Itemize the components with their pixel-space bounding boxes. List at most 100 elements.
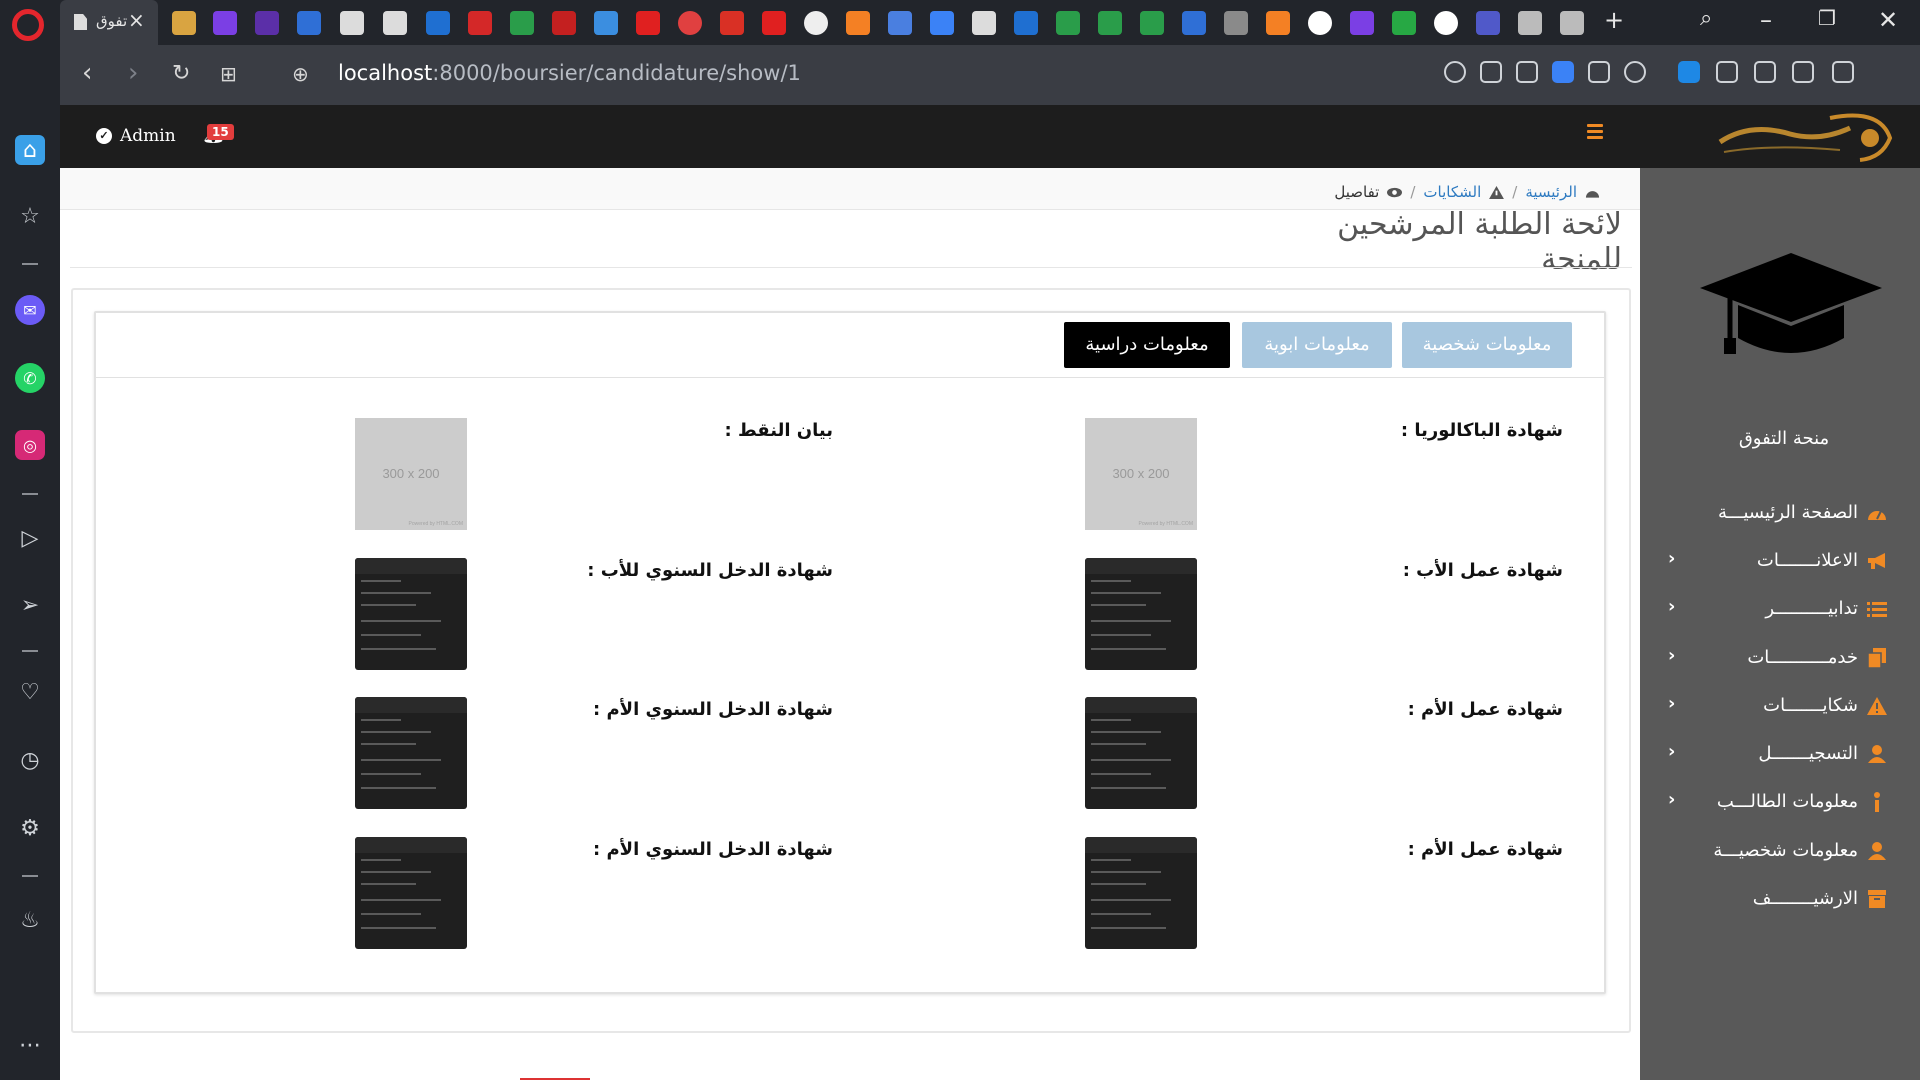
url-text[interactable]: localhost:8000/boursier/candidature/show… [338,61,801,85]
opera-logo-icon[interactable] [12,9,44,41]
tab-favicon-icon[interactable] [172,11,196,35]
back-icon[interactable]: ‹ [82,58,92,88]
tab-favicon-icon[interactable] [1434,11,1458,35]
sidebar-item-services[interactable]: خدمـــــــــــات ‹ [1640,640,1920,680]
breadcrumb-complaints[interactable]: الشكايات [1423,183,1481,201]
tab-favicon-icon[interactable] [1140,11,1164,35]
sidebar-item-student-info[interactable]: معلومات الطالـــب ‹ [1640,784,1920,824]
tab-favicon-icon[interactable] [846,11,870,35]
maximize-icon[interactable]: ❐ [1818,6,1836,30]
reload-icon[interactable]: ↻ [172,61,190,86]
document-placeholder-image[interactable]: 300 x 200 Powered by HTML.COM [1085,418,1197,530]
tab-favicon-icon[interactable] [340,11,364,35]
player-icon[interactable]: ▷ [15,523,45,553]
notification-badge[interactable]: 15 [207,124,234,140]
tab-favicon-icon[interactable] [762,11,786,35]
star-icon[interactable]: ☆ [15,201,45,231]
gear-icon[interactable]: ⚙ [15,813,45,843]
document-thumbnail[interactable] [1085,558,1197,670]
search-tabs-icon[interactable]: ⌕ [1700,6,1712,31]
document-thumbnail[interactable] [355,558,467,670]
divider [70,267,1632,268]
tab-favicon-icon[interactable] [1014,11,1038,35]
settings-sliders-icon[interactable] [1832,61,1854,83]
tab-favicon-icon[interactable] [468,11,492,35]
tab-parents-info[interactable]: معلومات ابوية [1242,322,1392,368]
tab-favicon-icon[interactable] [1308,11,1332,35]
tab-favicon-icon[interactable] [510,11,534,35]
sidebar-item-archive[interactable]: الارشيــــــــف [1640,881,1920,921]
more-icon[interactable]: ⋯ [15,1030,45,1060]
instagram-icon[interactable]: ◎ [15,430,45,460]
sidebar-item-registration[interactable]: التسجيـــــــل ‹ [1640,736,1920,776]
tab-study-info[interactable]: معلومات دراسية [1064,322,1230,368]
sidebar-item-label: معلومات شخصيـــة [1713,840,1858,861]
tab-favicon-icon[interactable] [255,11,279,35]
tab-favicon-icon[interactable] [1098,11,1122,35]
browser-tab-active[interactable]: تفوق × [60,0,158,45]
document-thumbnail[interactable] [1085,837,1197,949]
new-tab-icon[interactable]: + [1604,6,1624,34]
sidebar-item-label: معلومات الطالـــب [1716,791,1858,812]
globe-icon[interactable]: ⊕ [292,62,309,86]
close-window-icon[interactable]: ✕ [1878,6,1898,34]
user-menu[interactable]: ✓ Admin [96,126,176,146]
tab-favicon-icon[interactable] [1476,11,1500,35]
extension-icon[interactable] [1444,61,1466,83]
tab-favicon-icon[interactable] [972,11,996,35]
tab-favicon-icon[interactable] [297,11,321,35]
whatsapp-icon[interactable]: ✆ [15,363,45,393]
sidebar-item-measures[interactable]: تدابيــــــــــر ‹ [1640,591,1920,631]
tab-favicon-icon[interactable] [678,11,702,35]
messenger-icon[interactable]: ✉ [15,295,45,325]
tabs-grid-icon[interactable]: ⊞ [220,62,237,86]
home-icon[interactable]: ⌂ [15,135,45,165]
breadcrumb-home[interactable]: الرئيسية [1525,183,1577,201]
extension-icon[interactable] [1480,61,1502,83]
battery-icon[interactable] [1792,61,1814,83]
tab-personal-info[interactable]: معلومات شخصية [1402,322,1572,368]
sidebar-item-announcements[interactable]: الاعلانـــــــات ‹ [1640,543,1920,583]
tab-favicon-icon[interactable] [594,11,618,35]
tab-favicon-icon[interactable] [426,11,450,35]
document-thumbnail[interactable] [1085,697,1197,809]
tab-favicon-icon[interactable] [1182,11,1206,35]
tab-favicon-icon[interactable] [1392,11,1416,35]
extension-icon[interactable] [1678,61,1700,83]
heart-icon[interactable]: ♡ [15,677,45,707]
hamburger-menu-icon[interactable] [1587,124,1603,139]
cube-icon[interactable] [1716,61,1738,83]
tab-favicon-icon[interactable] [1518,11,1542,35]
tab-favicon-icon[interactable] [804,11,828,35]
tab-favicon-icon[interactable] [1224,11,1248,35]
tab-favicon-icon[interactable] [213,11,237,35]
document-placeholder-image[interactable]: 300 x 200 Powered by HTML.COM [355,418,467,530]
document-thumbnail[interactable] [355,837,467,949]
send-icon[interactable]: ➢ [15,590,45,620]
tab-favicon-icon[interactable] [383,11,407,35]
sidebar-item-personal-info[interactable]: معلومات شخصيـــة [1640,833,1920,873]
tab-favicon-icon[interactable] [552,11,576,35]
tab-favicon-icon[interactable] [636,11,660,35]
sidebar-item-label: تدابيــــــــــر [1765,598,1858,619]
tab-favicon-icon[interactable] [1056,11,1080,35]
sidebar-item-dashboard[interactable]: الصفحة الرئيسيـــة [1640,495,1920,535]
document-thumbnail[interactable] [355,697,467,809]
tab-favicon-icon[interactable] [720,11,744,35]
minimize-icon[interactable]: – [1760,6,1772,34]
sidebar-item-complaints[interactable]: شكايـــــــات ‹ [1640,688,1920,728]
tab-favicon-icon[interactable] [1560,11,1584,35]
send-icon[interactable] [1588,61,1610,83]
tab-favicon-icon[interactable] [930,11,954,35]
forward-icon[interactable]: › [128,58,138,88]
tab-favicon-icon[interactable] [888,11,912,35]
tab-favicon-icon[interactable] [1350,11,1374,35]
lightbulb-icon[interactable]: ♨ [15,905,45,935]
shield-icon[interactable] [1552,61,1574,83]
clock-icon[interactable]: ◷ [15,745,45,775]
heart-icon[interactable] [1624,61,1646,83]
tab-favicon-icon[interactable] [1266,11,1290,35]
close-tab-icon[interactable]: × [128,8,145,32]
camera-icon[interactable] [1516,61,1538,83]
download-icon[interactable] [1754,61,1776,83]
